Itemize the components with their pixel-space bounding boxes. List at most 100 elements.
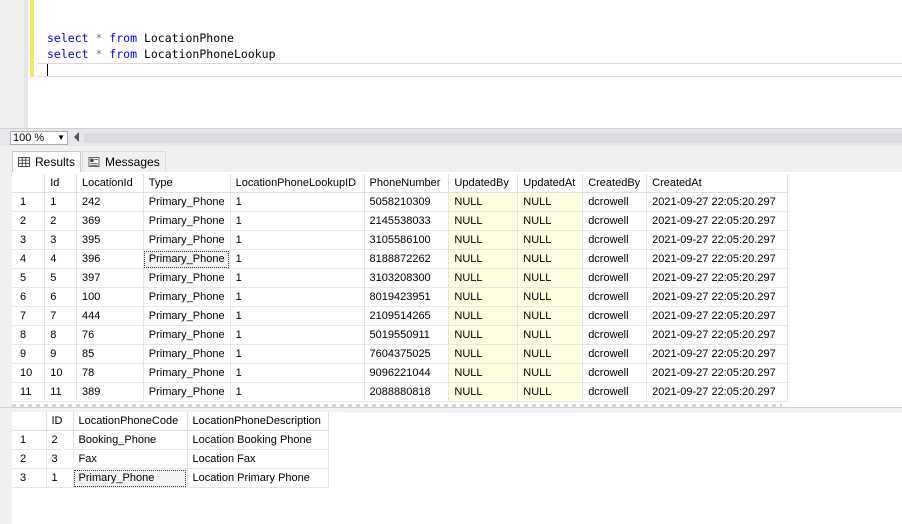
results-table[interactable]: ID LocationPhoneCode LocationPhoneDescript… (12, 412, 329, 488)
column-header[interactable]: UpdatedBy (448, 174, 519, 193)
row-number[interactable]: 6 (12, 287, 46, 307)
table-cell[interactable]: NULL (517, 192, 584, 212)
table-cell[interactable]: Location Booking Phone (187, 430, 329, 450)
table-cell[interactable]: NULL (517, 249, 584, 269)
row-number[interactable]: 10 (12, 363, 46, 383)
table-row[interactable]: 2 3 Fax Location Fax (12, 449, 329, 469)
table-cell[interactable]: Primary_Phone (143, 287, 231, 307)
results-grid-locationphone[interactable]: Id LocationId Type LocationPhoneLookupID Pho… (12, 174, 788, 407)
zoom-select[interactable]: 100 % ▼ (10, 131, 68, 145)
row-number[interactable]: 2 (12, 449, 47, 469)
table-cell[interactable]: 444 (76, 306, 144, 326)
table-cell[interactable]: Fax (73, 449, 188, 469)
table-row[interactable]: 6 6 100 Primary_Phone 1 8019423951 NULL NULL dcr… (12, 287, 788, 307)
table-row[interactable]: 3 1 Primary_Phone Location Primary Phone (12, 468, 329, 488)
table-row[interactable]: 10 10 78 Primary_Phone 1 9096221044 NULL NULL dc… (12, 363, 788, 383)
table-cell[interactable]: NULL (517, 268, 584, 288)
table-cell[interactable]: Primary_Phone (143, 344, 231, 364)
table-cell[interactable]: 5 (44, 268, 77, 288)
table-cell[interactable]: 2 (46, 430, 74, 450)
table-cell[interactable]: dcrowell (582, 344, 648, 364)
table-cell[interactable]: NULL (517, 306, 584, 326)
code-line-1[interactable]: select * from LocationPhone (47, 31, 234, 45)
row-number[interactable]: 3 (12, 468, 47, 488)
table-cell[interactable]: NULL (517, 325, 584, 345)
table-cell[interactable]: dcrowell (582, 249, 648, 269)
table-cell[interactable]: NULL (517, 344, 584, 364)
table-cell[interactable]: 8 (44, 325, 77, 345)
column-header[interactable]: CreatedAt (646, 174, 788, 193)
table-cell[interactable]: 2021-09-27 22:05:20.297 (646, 325, 788, 345)
table-cell[interactable]: NULL (448, 382, 519, 402)
table-cell[interactable]: 3 (46, 449, 74, 469)
table-cell[interactable]: 397 (76, 268, 144, 288)
table-cell[interactable]: 1 (230, 363, 365, 383)
table-cell[interactable]: 1 (230, 344, 365, 364)
results-grid-locationphonelookup[interactable]: ID LocationPhoneCode LocationPhoneDescript… (12, 412, 342, 492)
column-header[interactable]: Id (44, 174, 77, 193)
table-cell[interactable]: 10 (44, 363, 77, 383)
table-cell[interactable]: 8188872262 (364, 249, 450, 269)
table-cell[interactable]: 1 (46, 468, 74, 488)
table-cell[interactable]: Location Primary Phone (187, 468, 329, 488)
row-number[interactable]: 9 (12, 344, 46, 364)
table-cell[interactable]: 396 (76, 249, 144, 269)
scroll-left-icon[interactable] (74, 132, 79, 142)
table-cell[interactable]: 4 (44, 249, 77, 269)
table-cell[interactable]: dcrowell (582, 325, 648, 345)
table-cell[interactable]: NULL (448, 249, 519, 269)
table-row[interactable]: 5 5 397 Primary_Phone 1 3103208300 NULL NULL dcr… (12, 268, 788, 288)
table-cell[interactable]: 2021-09-27 22:05:20.297 (646, 306, 788, 326)
table-row[interactable]: 1 1 242 Primary_Phone 1 5058210309 NULL NULL dcr… (12, 192, 788, 212)
table-cell[interactable]: 395 (76, 230, 144, 250)
table-cell[interactable]: dcrowell (582, 382, 648, 402)
table-cell[interactable]: 1 (44, 192, 77, 212)
column-header[interactable]: Type (143, 174, 231, 193)
table-cell[interactable]: 9 (44, 344, 77, 364)
table-cell[interactable]: NULL (448, 325, 519, 345)
table-cell[interactable]: 1 (230, 325, 365, 345)
table-cell[interactable]: NULL (448, 230, 519, 250)
row-number[interactable]: 8 (12, 325, 46, 345)
table-cell[interactable]: dcrowell (582, 363, 648, 383)
table-cell[interactable]: 1 (230, 268, 365, 288)
table-cell[interactable]: dcrowell (582, 287, 648, 307)
table-cell[interactable]: 6 (44, 287, 77, 307)
table-cell[interactable]: NULL (517, 230, 584, 250)
table-cell[interactable]: 2021-09-27 22:05:20.297 (646, 363, 788, 383)
table-cell[interactable]: 5019550911 (364, 325, 450, 345)
table-cell[interactable]: Primary_Phone (143, 211, 231, 231)
table-cell[interactable]: NULL (448, 344, 519, 364)
table-cell[interactable]: 1 (230, 192, 365, 212)
table-cell[interactable]: 1 (230, 230, 365, 250)
column-header[interactable]: LocationPhoneCode (73, 412, 188, 431)
table-cell[interactable]: 7604375025 (364, 344, 450, 364)
table-cell[interactable]: Primary_Phone (143, 325, 231, 345)
column-header[interactable]: LocationPhoneLookupID (230, 174, 365, 193)
row-number[interactable]: 2 (12, 211, 46, 231)
horizontal-scrollbar[interactable] (84, 133, 902, 143)
table-cell[interactable]: 2021-09-27 22:05:20.297 (646, 344, 788, 364)
column-header[interactable]: UpdatedAt (517, 174, 584, 193)
table-cell[interactable]: Primary_Phone (143, 382, 231, 402)
table-cell[interactable]: 11 (44, 382, 77, 402)
table-cell[interactable]: 2 (44, 211, 77, 231)
table-cell[interactable]: 242 (76, 192, 144, 212)
table-cell[interactable]: 3105586100 (364, 230, 450, 250)
table-cell[interactable]: 2021-09-27 22:05:20.297 (646, 287, 788, 307)
column-header[interactable]: LocationPhoneDescription (187, 412, 329, 431)
table-row[interactable]: 8 8 76 Primary_Phone 1 5019550911 NULL NULL dcro… (12, 325, 788, 345)
table-cell[interactable]: NULL (448, 268, 519, 288)
table-cell[interactable]: 2021-09-27 22:05:20.297 (646, 249, 788, 269)
table-cell[interactable]: 3 (44, 230, 77, 250)
table-cell[interactable]: NULL (448, 363, 519, 383)
table-cell[interactable]: 76 (76, 325, 144, 345)
table-cell[interactable]: 9096221044 (364, 363, 450, 383)
table-cell[interactable]: dcrowell (582, 211, 648, 231)
table-cell[interactable]: 3103208300 (364, 268, 450, 288)
column-header[interactable]: LocationId (76, 174, 144, 193)
table-cell[interactable]: 1 (230, 211, 365, 231)
column-header[interactable]: CreatedBy (582, 174, 648, 193)
table-cell[interactable]: dcrowell (582, 268, 648, 288)
table-cell[interactable]: Primary_Phone (143, 249, 231, 269)
